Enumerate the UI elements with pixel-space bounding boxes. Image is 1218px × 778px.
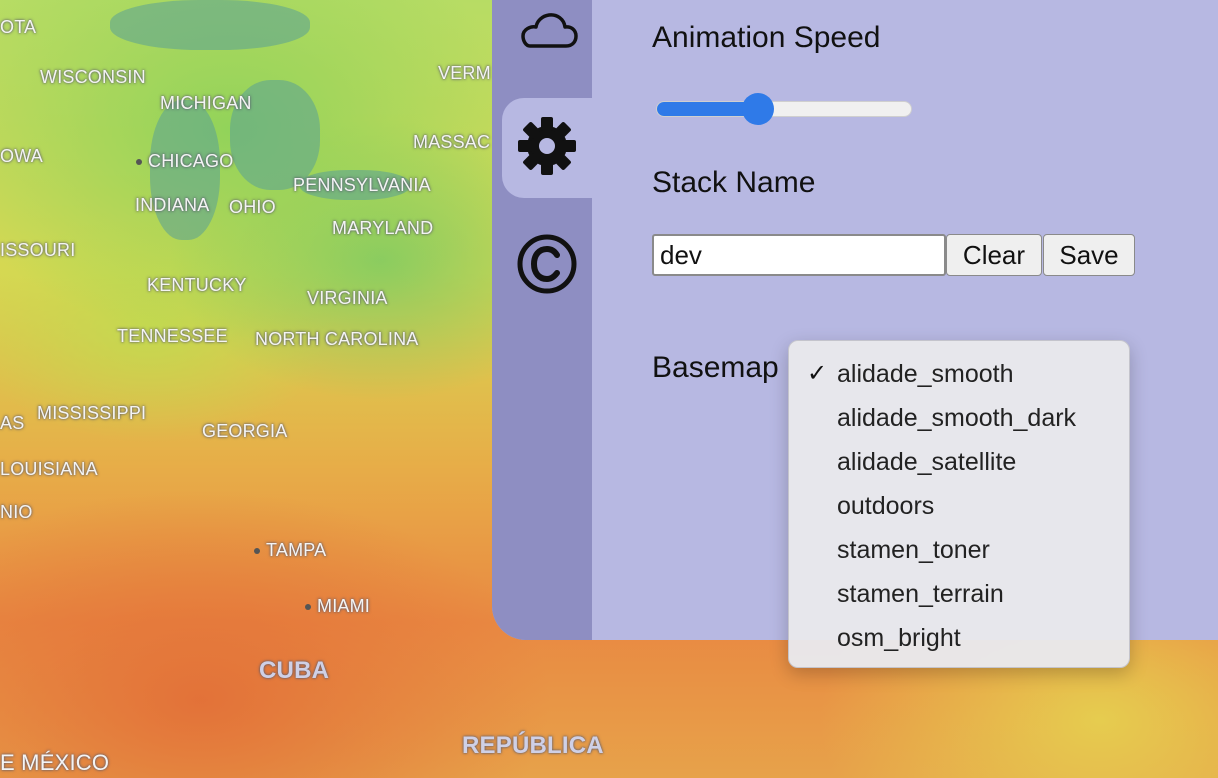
sidebar-rail xyxy=(492,0,592,640)
copyright-icon xyxy=(516,233,578,300)
tab-weather[interactable] xyxy=(502,0,592,82)
map-label-region: OHIO xyxy=(229,197,276,217)
basemap-option-label: alidade_smooth xyxy=(837,360,1014,388)
save-button[interactable]: Save xyxy=(1043,234,1135,276)
cloud-icon xyxy=(516,10,578,55)
clear-button[interactable]: Clear xyxy=(946,234,1042,276)
map-label-region: NIO xyxy=(0,502,33,522)
map-label-city: TAMPA xyxy=(254,540,326,561)
animation-speed-slider-track[interactable] xyxy=(656,101,912,117)
map-label-region: TENNESSEE xyxy=(117,326,228,346)
animation-speed-slider-thumb[interactable] xyxy=(742,93,775,125)
basemap-option[interactable]: ✓ alidade_smooth xyxy=(789,352,1129,396)
basemap-option-label: alidade_satellite xyxy=(837,448,1017,476)
map-label-region: INDIANA xyxy=(135,195,210,215)
basemap-option[interactable]: alidade_satellite xyxy=(789,440,1129,484)
map-label-region: ISSOURI xyxy=(0,240,76,260)
map-label-region: AS xyxy=(0,413,25,433)
map-label-region: OWA xyxy=(0,146,43,166)
tab-about[interactable] xyxy=(502,216,592,316)
stack-name-input[interactable] xyxy=(652,234,946,276)
map-label-region: MISSISSIPPI xyxy=(37,403,147,423)
map-label-country: CUBA xyxy=(259,657,330,684)
map-label-country: REPÚBLICA xyxy=(462,732,604,759)
basemap-option-label: alidade_smooth_dark xyxy=(837,404,1077,432)
basemap-label: Basemap xyxy=(652,351,779,384)
basemap-option[interactable]: outdoors xyxy=(789,484,1129,528)
map-label-region: MICHIGAN xyxy=(160,93,252,113)
map-label-city: MIAMI xyxy=(305,596,370,617)
animation-speed-label: Animation Speed xyxy=(652,21,881,54)
map-label-region: WISCONSIN xyxy=(40,67,146,87)
tab-settings[interactable] xyxy=(502,98,592,198)
basemap-option[interactable]: alidade_smooth_dark xyxy=(789,396,1129,440)
map-label-region: VERM xyxy=(438,63,491,83)
map-label-region: GEORGIA xyxy=(202,421,288,441)
map-label-region: OTA xyxy=(0,17,37,37)
basemap-option[interactable]: osm_bright xyxy=(789,616,1129,660)
basemap-dropdown[interactable]: ✓ alidade_smooth alidade_smooth_dark alid… xyxy=(788,340,1130,668)
basemap-option[interactable]: stamen_terrain xyxy=(789,572,1129,616)
checkmark-icon: ✓ xyxy=(807,360,828,387)
map-label-region: KENTUCKY xyxy=(147,275,247,295)
basemap-option-label: osm_bright xyxy=(837,624,961,652)
basemap-option-label: stamen_toner xyxy=(837,536,990,564)
map-label-region: PENNSYLVANIA xyxy=(293,175,431,195)
map-label-region: MASSAC xyxy=(413,132,491,152)
map-label-region: VIRGINIA xyxy=(307,288,388,308)
gear-icon xyxy=(516,115,578,182)
basemap-option[interactable]: stamen_toner xyxy=(789,528,1129,572)
basemap-option-label: outdoors xyxy=(837,492,935,520)
map-label-city: CHICAGO xyxy=(136,151,233,172)
map-label-region: E MÉXICO xyxy=(0,750,110,775)
map-label-region: MARYLAND xyxy=(332,218,434,238)
basemap-option-label: stamen_terrain xyxy=(837,580,1004,608)
map-label-region: NORTH CAROLINA xyxy=(255,329,419,349)
lake-superior xyxy=(110,0,310,50)
map-label-region: LOUISIANA xyxy=(0,459,98,479)
stack-name-label: Stack Name xyxy=(652,166,816,199)
